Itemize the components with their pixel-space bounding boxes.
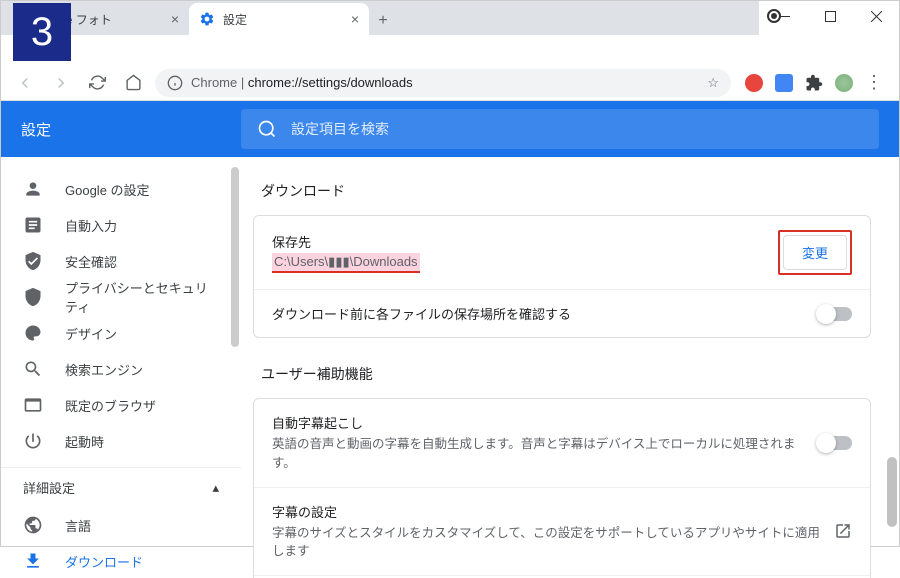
section-title-accessibility: ユーザー補助機能 [261,364,871,384]
gear-icon [199,11,215,27]
row-live-caption[interactable]: 自動字幕起こし 英語の音声と動画の字幕を自動生成します。音声と字幕はデバイス上で… [254,399,870,487]
shield-icon [23,287,43,307]
close-window-button[interactable] [853,1,899,31]
search-icon [23,359,43,379]
palette-icon [23,323,43,343]
tab-label: 設定 [223,11,247,28]
search-input[interactable] [291,121,863,137]
browser-toolbar: Chrome | chrome://settings/downloads ☆ ⋮ [1,65,899,101]
record-indicator-icon [767,9,781,23]
toggle-ask-location[interactable] [818,307,852,321]
extension-icon[interactable] [745,74,763,92]
external-link-icon [834,522,852,540]
downloads-card: 保存先 C:\Users\▮▮▮\Downloads 変更 ダウンロード前に各フ… [253,215,871,338]
chevron-up-icon: ▴ [212,480,219,496]
sidebar-group-advanced[interactable]: 詳細設定 ▴ [1,467,241,507]
reload-button[interactable] [83,69,111,97]
close-icon[interactable]: × [171,11,179,27]
sidebar-item-startup[interactable]: 起動時 [1,423,241,459]
home-button[interactable] [119,69,147,97]
sidebar-item-search-engine[interactable]: 検索エンジン [1,351,241,387]
row-caption-settings[interactable]: 字幕の設定 字幕のサイズとスタイルをカスタマイズして、この設定をサポートしている… [254,487,870,576]
sidebar-item-language[interactable]: 言語 [1,507,241,543]
row-download-location: 保存先 C:\Users\▮▮▮\Downloads 変更 [254,216,870,289]
address-bar[interactable]: Chrome | chrome://settings/downloads ☆ [155,69,731,97]
settings-header: 設定 [1,101,899,157]
highlight-box: 変更 [778,230,852,275]
extensions-icon[interactable] [805,74,823,92]
extension-icons: ⋮ [739,72,889,93]
sidebar-scrollbar[interactable] [231,167,239,347]
search-icon [257,119,277,139]
row-ask-location[interactable]: ダウンロード前に各ファイルの保存場所を確認する [254,289,870,337]
shield-check-icon [23,251,43,271]
url-text: Chrome | chrome://settings/downloads [191,75,413,90]
menu-icon[interactable]: ⋮ [865,72,883,93]
page-title: 設定 [21,119,241,140]
settings-search[interactable] [241,109,879,149]
sidebar-item-appearance[interactable]: デザイン [1,315,241,351]
autofill-icon [23,215,43,235]
toggle-live-caption[interactable] [818,436,852,450]
content-scrollbar[interactable] [887,457,897,527]
profile-avatar[interactable] [835,74,853,92]
close-icon[interactable]: × [351,11,359,27]
sidebar-item-autofill[interactable]: 自動入力 [1,207,241,243]
globe-icon [23,515,43,535]
new-tab-button[interactable]: + [369,7,397,35]
tab-strip: oogle フォト × 設定 × + [1,1,759,35]
power-icon [23,431,43,451]
sidebar-item-privacy[interactable]: プライバシーとセキュリティ [1,279,241,315]
site-info-icon[interactable] [167,75,183,91]
location-value: C:\Users\▮▮▮\Downloads [272,253,420,273]
location-label: 保存先 [272,232,778,251]
change-location-button[interactable]: 変更 [783,235,847,270]
forward-button[interactable] [47,69,75,97]
step-badge: 3 [13,3,71,61]
extension-icon[interactable] [775,74,793,92]
back-button[interactable] [11,69,39,97]
sidebar-item-google[interactable]: Google の設定 [1,171,241,207]
person-icon [23,179,43,199]
download-icon [23,551,43,571]
maximize-button[interactable] [807,1,853,31]
sidebar-item-default-browser[interactable]: 既定のブラウザ [1,387,241,423]
settings-sidebar: Google の設定 自動入力 安全確認 プライバシーとセキュリティ デザイン … [1,157,241,578]
section-title-downloads: ダウンロード [261,181,871,201]
tab-settings[interactable]: 設定 × [189,3,369,35]
browser-icon [23,395,43,415]
settings-content: ダウンロード 保存先 C:\Users\▮▮▮\Downloads 変更 ダウン… [241,157,899,578]
accessibility-card: 自動字幕起こし 英語の音声と動画の字幕を自動生成します。音声と字幕はデバイス上で… [253,398,871,578]
ask-label: ダウンロード前に各ファイルの保存場所を確認する [272,304,571,323]
bookmark-icon[interactable]: ☆ [707,75,719,91]
sidebar-item-downloads[interactable]: ダウンロード [1,543,241,578]
sidebar-item-safety[interactable]: 安全確認 [1,243,241,279]
